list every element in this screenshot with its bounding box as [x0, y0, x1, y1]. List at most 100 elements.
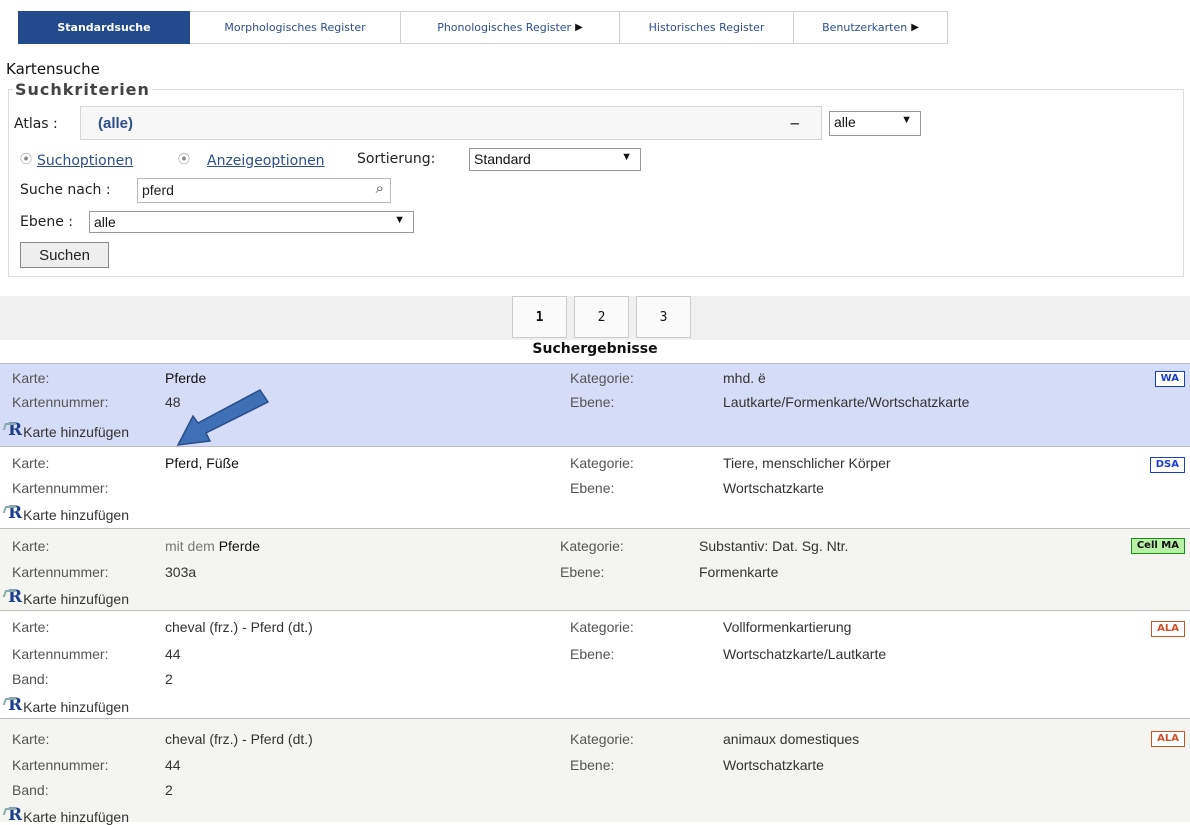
add-map-link[interactable]: R Karte hinzufügen [8, 503, 129, 523]
add-map-icon: R [8, 805, 23, 825]
kartennummer-value: 44 [165, 646, 181, 662]
kategorie-value: Vollformenkartierung [723, 619, 852, 635]
kartennummer-label: Kartennummer: [12, 757, 109, 773]
tab-label: Morphologisches Register [224, 21, 366, 34]
tab-label: Standardsuche [57, 21, 151, 34]
ebene-value: Wortschatzkarte [723, 757, 824, 773]
ebene-select[interactable]: alle ▼ [89, 211, 414, 233]
tab-standardsuche[interactable]: Standardsuche [18, 11, 190, 44]
kategorie-label: Kategorie: [570, 731, 634, 747]
page-button-2[interactable]: 2 [574, 296, 629, 338]
tab-bar: Standardsuche Morphologisches Register P… [18, 11, 948, 44]
add-map-label: Karte hinzufügen [23, 424, 129, 440]
anzeigeoptionen-link[interactable]: Anzeigeoptionen [207, 153, 325, 169]
atlas-select[interactable]: (alle) ‒ [80, 106, 822, 140]
kartennummer-label: Kartennummer: [12, 646, 109, 662]
result-row[interactable]: Karte: Pferd, Füße Kartennummer: Kategor… [0, 446, 1190, 528]
ebene-label: Ebene: [570, 394, 615, 410]
search-input-value: pferd [142, 182, 174, 198]
tab-phonologisches-register[interactable]: Phonologisches Register ▶ [401, 11, 620, 44]
karte-value: Pferde [165, 370, 207, 386]
add-map-link[interactable]: R Karte hinzufügen [8, 695, 129, 715]
add-map-icon: R [8, 420, 23, 440]
atlas-badge: Cell MA [1130, 538, 1185, 554]
page-button-1[interactable]: 1 [512, 296, 567, 338]
kategorie-label: Kategorie: [570, 619, 634, 635]
results-title: Suchergebnisse [532, 341, 658, 357]
search-input[interactable]: pferd ⌕ [137, 178, 391, 203]
query-label: Suche nach : [20, 182, 111, 198]
chevron-down-icon: ▼ [901, 114, 912, 126]
ebene-label: Ebene: [560, 564, 605, 580]
add-map-label: Karte hinzufügen [23, 507, 129, 523]
add-map-icon: R [8, 587, 23, 607]
search-icon[interactable]: ⌕ [376, 180, 384, 197]
atlas-dropdown-icon: ‒ [790, 115, 799, 132]
karte-value: cheval (frz.) - Pferd (dt.) [165, 619, 313, 635]
band-label: Band: [12, 671, 49, 687]
sort-value: Standard [474, 151, 531, 167]
submenu-arrow-icon: ▶ [911, 22, 919, 33]
result-row[interactable]: Karte: cheval (frz.) - Pferd (dt.) Karte… [0, 718, 1190, 825]
kategorie-value: Tiere, menschlicher Körper [723, 455, 891, 471]
tab-label: Historisches Register [648, 21, 765, 34]
result-row[interactable]: Karte: cheval (frz.) - Pferd (dt.) Karte… [0, 610, 1190, 718]
kartennummer-label: Kartennummer: [12, 564, 109, 580]
page-button-3[interactable]: 3 [636, 296, 691, 338]
ebene-value: alle [94, 214, 116, 230]
search-criteria-legend: Suchkriterien [15, 80, 150, 99]
kartennummer-value: 44 [165, 757, 181, 773]
ebene-label: Ebene: [570, 646, 615, 662]
kategorie-value: Substantiv: Dat. Sg. Ntr. [699, 538, 849, 554]
kategorie-label: Kategorie: [570, 370, 634, 386]
add-map-link[interactable]: R Karte hinzufügen [8, 805, 129, 825]
suchoptionen-link[interactable]: Suchoptionen [37, 153, 133, 169]
karte-label: Karte: [12, 455, 50, 471]
karte-label: Karte: [12, 619, 50, 635]
band-label: Band: [12, 782, 49, 798]
atlas-scope-select[interactable]: alle ▼ [829, 111, 921, 136]
add-map-icon: R [8, 695, 23, 715]
ebene-label: Ebene : [20, 214, 73, 230]
search-button[interactable]: Suchen [20, 242, 109, 268]
kartennummer-value: 303a [165, 564, 197, 580]
karte-label: Karte: [12, 538, 50, 554]
ebene-value: Wortschatzkarte/Lautkarte [723, 646, 887, 662]
atlas-value: (alle) [98, 115, 134, 132]
tab-benutzerkarten[interactable]: Benutzerkarten ▶ [794, 11, 948, 44]
ebene-value: Lautkarte/Formenkarte/Wortschatzkarte [723, 394, 970, 410]
band-value: 2 [165, 671, 173, 687]
kartennummer-label: Kartennummer: [12, 480, 109, 496]
ebene-label: Ebene: [570, 480, 615, 496]
atlas-label: Atlas : [14, 116, 58, 132]
tab-label: Benutzerkarten [822, 21, 908, 34]
ebene-label: Ebene: [570, 757, 615, 773]
karte-value: Pferd, Füße [165, 455, 239, 471]
add-map-icon: R [8, 503, 23, 523]
karte-label: Karte: [12, 370, 50, 386]
kategorie-label: Kategorie: [570, 455, 634, 471]
tab-label: Phonologisches Register [437, 21, 572, 34]
atlas-badge: DSA [1149, 457, 1185, 473]
add-map-link[interactable]: R Karte hinzufügen [8, 587, 129, 607]
kategorie-label: Kategorie: [560, 538, 624, 554]
karte-value: cheval (frz.) - Pferd (dt.) [165, 731, 313, 747]
sort-select[interactable]: Standard ▼ [469, 148, 641, 171]
ebene-value: Formenkarte [699, 564, 779, 580]
add-map-link[interactable]: R Karte hinzufügen [8, 420, 129, 440]
karte-label: Karte: [12, 731, 50, 747]
options-toggle-icon: ⦿ [178, 152, 191, 166]
band-value: 2 [165, 782, 173, 798]
atlas-badge: ALA [1151, 621, 1185, 637]
annotation-arrow-icon [176, 389, 270, 446]
kategorie-value: mhd. ë [723, 370, 766, 386]
result-row[interactable]: Karte: mit dem Pferde Kartennummer: 303a… [0, 528, 1190, 610]
tab-historisches-register[interactable]: Historisches Register [620, 11, 794, 44]
karte-value: mit dem Pferde [165, 538, 260, 554]
chevron-down-icon: ▼ [621, 151, 632, 163]
result-row[interactable]: Karte: Pferde Kartennummer: 48 Kategorie… [0, 363, 1190, 446]
submenu-arrow-icon: ▶ [575, 22, 583, 33]
atlas-badge: WA [1154, 371, 1185, 387]
atlas-scope-value: alle [834, 114, 856, 130]
tab-morphologisches-register[interactable]: Morphologisches Register [190, 11, 401, 44]
